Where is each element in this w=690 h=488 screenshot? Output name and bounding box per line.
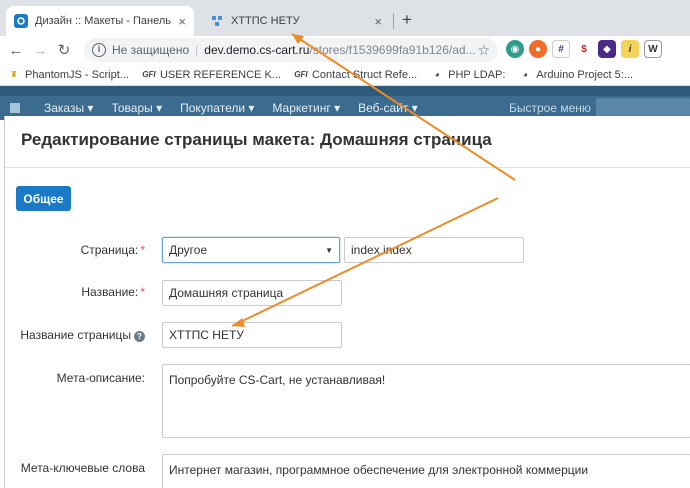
tab-https[interactable]: ХТТПС НЕТУ × <box>202 6 390 36</box>
extensions-area: ◉ ● # $ ◆ i W <box>506 40 662 58</box>
address-bar[interactable]: i Не защищено | dev.demo.cs-cart.ru /sto… <box>84 38 498 62</box>
name-label-text: Название: <box>81 285 139 299</box>
dialog-header: Редактирование страницы макета: Домашняя… <box>5 116 690 168</box>
name-value: Домашняя страница <box>169 286 284 300</box>
bookmarks-bar: ♜ PhantomJS - Script... GFI USER REFEREN… <box>0 64 690 86</box>
close-icon[interactable]: × <box>374 14 382 29</box>
i-extension-icon[interactable]: i <box>621 40 639 58</box>
tab-general-button[interactable]: Общее <box>16 186 71 211</box>
meta-description-value: Попробуйте CS-Cart, не устанавливая! <box>169 373 386 387</box>
address-divider: | <box>195 43 199 57</box>
gear-icon <box>14 14 28 28</box>
required-mark: * <box>140 285 145 299</box>
admin-top-strip <box>0 86 690 96</box>
bookmark-label: PHP LDAP: <box>448 68 506 81</box>
s-extension-icon[interactable]: $ <box>575 40 593 58</box>
page-title-value: ХТТПС НЕТУ <box>169 328 244 342</box>
menu-products[interactable]: Товары ▾ <box>111 101 162 115</box>
page-title-input[interactable]: ХТТПС НЕТУ <box>162 322 342 348</box>
bookmark-item[interactable]: GFI USER REFERENCE K... <box>142 68 281 81</box>
stack-extension-icon[interactable]: ◆ <box>598 40 616 58</box>
url-host: dev.demo.cs-cart.ru <box>204 43 310 57</box>
home-icon[interactable] <box>10 103 20 113</box>
back-icon[interactable]: ← <box>4 42 28 59</box>
new-tab-button[interactable]: + <box>402 11 412 29</box>
meta-description-label: Мета-описание: <box>56 371 145 385</box>
orange-extension-icon[interactable]: ● <box>529 40 547 58</box>
page-type-value: Другое <box>169 243 208 257</box>
url-path: /stores/f1539699fa91b126/ad... <box>309 43 476 57</box>
w-extension-icon[interactable]: W <box>644 40 662 58</box>
page-type-select[interactable]: Другое ▼ <box>162 237 340 263</box>
tab-title: ХТТПС НЕТУ <box>231 15 300 27</box>
tab-strip: Дизайн :: Макеты - Панель адм × ХТТПС НЕ… <box>0 0 690 36</box>
bookmark-item[interactable]: ◕ PHP LDAP: <box>431 68 506 81</box>
page-label: Страница: * <box>65 243 145 257</box>
location-pin-icon[interactable]: ◉ <box>506 40 524 58</box>
meta-keywords-value: Интернет магазин, программное обеспечени… <box>169 463 589 477</box>
menu-customers[interactable]: Покупатели ▾ <box>180 101 254 115</box>
name-label: Название: * <box>65 285 145 299</box>
bookmark-item[interactable]: ♜ PhantomJS - Script... <box>8 69 129 81</box>
info-icon[interactable]: i <box>92 43 106 57</box>
bookmark-label: PhantomJS - Script... <box>25 68 129 81</box>
menu-website[interactable]: Веб-сайт ▾ <box>358 101 418 115</box>
grid-extension-icon[interactable]: # <box>552 40 570 58</box>
star-icon[interactable]: ☆ <box>477 42 490 59</box>
globe-icon: ◕ <box>522 70 528 79</box>
quick-menu[interactable]: Быстрое меню <box>509 101 591 115</box>
menu-marketing[interactable]: Маркетинг ▾ <box>272 101 340 115</box>
meta-keywords-textarea[interactable]: Интернет магазин, программное обеспечени… <box>162 454 690 488</box>
name-input[interactable]: Домашняя страница <box>162 280 342 306</box>
puzzle-icon <box>210 14 224 28</box>
page-title-label: Название страницы? <box>15 328 145 342</box>
required-mark: * <box>140 243 145 257</box>
tab-design-layouts[interactable]: Дизайн :: Макеты - Панель адм × <box>6 6 194 36</box>
bookmark-label: Contact Struct Refe... <box>311 68 418 81</box>
browser-toolbar: ← → ↻ i Не защищено | dev.demo.cs-cart.r… <box>0 36 690 64</box>
gfi-icon: GFI <box>294 70 308 79</box>
meta-keywords-label: Мета-ключевые слова <box>20 461 145 475</box>
gfi-icon: GFI <box>142 70 156 79</box>
chevron-down-icon: ▼ <box>325 246 333 255</box>
security-status: Не защищено <box>112 43 190 57</box>
browser-window: Дизайн :: Макеты - Панель адм × ХТТПС НЕ… <box>0 0 690 488</box>
admin-search-input[interactable] <box>596 98 690 118</box>
meta-description-textarea[interactable]: Попробуйте CS-Cart, не устанавливая! <box>162 364 690 438</box>
forward-icon[interactable]: → <box>28 42 52 59</box>
globe-icon: ◕ <box>434 70 440 79</box>
dispatch-value: index.index <box>351 243 412 257</box>
close-icon[interactable]: × <box>178 14 186 29</box>
help-icon[interactable]: ? <box>134 331 145 342</box>
menu-orders[interactable]: Заказы ▾ <box>44 101 93 115</box>
page-label-text: Страница: <box>80 243 139 257</box>
tab-divider <box>393 13 394 29</box>
bookmark-label: USER REFERENCE K... <box>159 68 281 81</box>
bookmark-item[interactable]: ◕ Arduino Project 5:... <box>519 69 633 81</box>
bookmark-label: Arduino Project 5:... <box>536 68 634 81</box>
reload-icon[interactable]: ↻ <box>52 41 76 59</box>
dispatch-input[interactable]: index.index <box>344 237 524 263</box>
bookmark-item[interactable]: GFI Contact Struct Refe... <box>294 68 418 81</box>
tab-title: Дизайн :: Макеты - Панель адм <box>35 15 172 27</box>
page-title-label-text: Название страницы <box>20 328 131 342</box>
edit-layout-page-dialog: Редактирование страницы макета: Домашняя… <box>4 116 690 488</box>
dialog-title: Редактирование страницы макета: Домашняя… <box>21 130 492 149</box>
phantom-icon: ♜ <box>10 70 18 79</box>
